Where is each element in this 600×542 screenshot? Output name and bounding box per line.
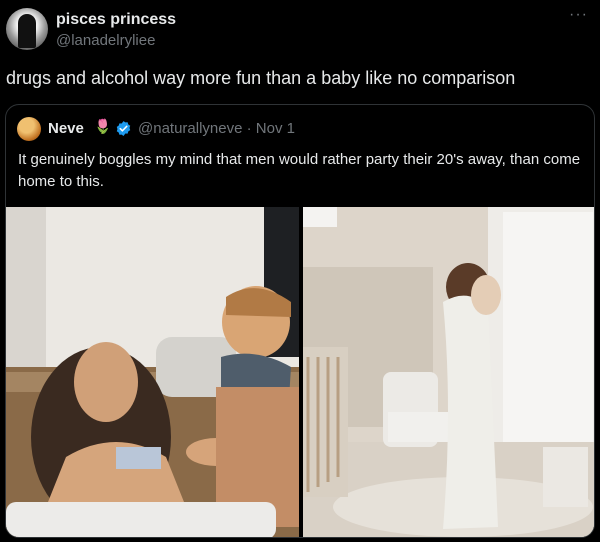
avatar[interactable] [6, 8, 48, 50]
quoted-avatar[interactable] [17, 117, 41, 141]
photo-woman-with-baby-on-chair[interactable] [6, 207, 299, 537]
photo-woman-holding-baby-nursery[interactable] [303, 207, 594, 537]
quoted-text: It genuinely boggles my mind that men wo… [18, 151, 581, 190]
photo-left-illustration [6, 207, 299, 537]
quoted-handle-date[interactable]: @naturallyneve · Nov 1 [138, 120, 295, 137]
verified-badge-icon [116, 121, 131, 136]
more-dots-icon[interactable]: ··· [569, 6, 588, 24]
quoted-tweet[interactable]: Neve 🌷 @naturallyneve · Nov 1 It genuine… [5, 104, 595, 538]
quoted-display-name[interactable]: Neve [48, 120, 84, 137]
user-handle[interactable]: @lanadelryliee [56, 32, 155, 49]
tweet-text: drugs and alcohol way more fun than a ba… [6, 68, 516, 88]
avatar-figure [18, 14, 36, 48]
photo-right-illustration [303, 207, 594, 537]
tulip-emoji: 🌷 [94, 118, 112, 134]
display-name[interactable]: pisces princess [56, 11, 176, 29]
